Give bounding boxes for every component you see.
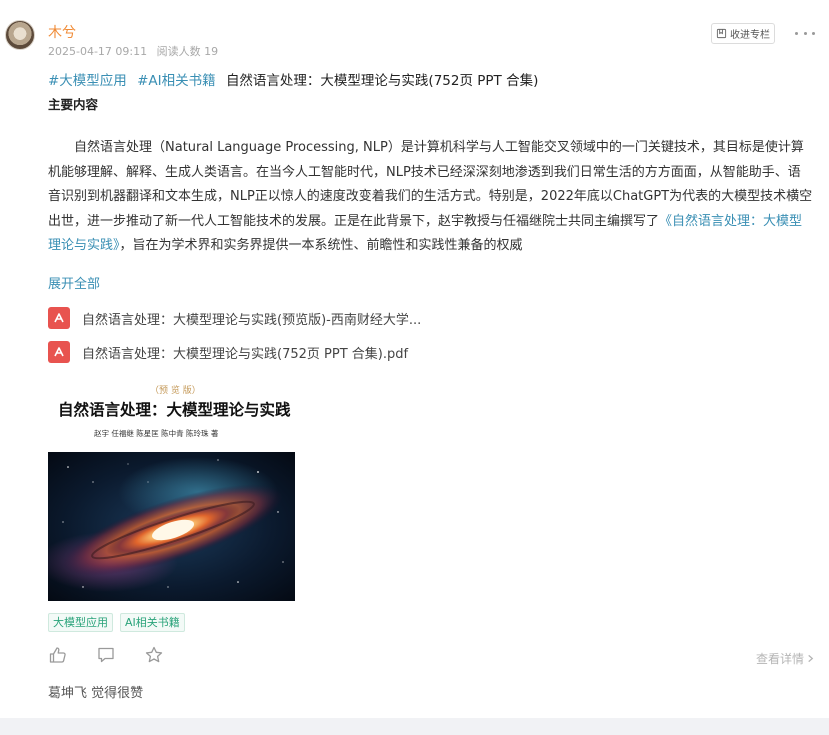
attachment-file[interactable]: 自然语言处理：大模型理论与实践(752页 PPT 合集).pdf — [48, 339, 408, 365]
attachment-file[interactable]: 自然语言处理：大模型理论与实践(预览版)-西南财经大学... — [48, 305, 421, 331]
cover-edition: （预 览 版） — [150, 386, 201, 396]
star-icon[interactable] — [144, 645, 164, 665]
bookmark-icon — [716, 28, 727, 39]
post-title-line: #大模型应用 #AI相关书籍 自然语言处理：大模型理论与实践(752页 PPT … — [48, 69, 538, 89]
section-heading: 主要内容 — [48, 97, 99, 112]
post-meta: 2025-04-17 09:11 阅读人数 19 — [48, 43, 218, 59]
pdf-file-icon — [48, 341, 70, 363]
expand-all-link[interactable]: 展开全部 — [48, 273, 100, 292]
book-cover-image[interactable]: （预 览 版） 自然语言处理：大模型理论与实践 赵宇 任福继 陈星匡 陈中青 陈… — [48, 383, 295, 601]
view-details-link[interactable]: 查看详情 — [756, 650, 815, 667]
thumbs-up-icon[interactable] — [48, 645, 68, 665]
collect-label: 收进专栏 — [730, 30, 770, 41]
post-title: 自然语言处理：大模型理论与实践(752页 PPT 合集) — [225, 73, 539, 89]
comment-icon[interactable] — [96, 645, 116, 665]
chevron-right-icon — [808, 654, 814, 663]
more-options-button[interactable] — [795, 26, 815, 40]
pdf-file-icon — [48, 307, 70, 329]
post-date: 2025-04-17 09:11 — [48, 45, 148, 58]
author-avatar[interactable] — [5, 20, 35, 50]
body-text-end: ，旨在为学术界和实务界提供一本系统性、前瞻性和实践性兼备的权威 — [119, 238, 523, 253]
liked-by-text: 葛坤飞 觉得很赞 — [48, 686, 144, 701]
more-dots-icon — [795, 31, 798, 35]
topic-chip-ai-books[interactable]: AI相关书籍 — [120, 613, 185, 632]
cover-authors: 赵宇 任福继 陈星匡 陈中青 陈玲珠 著 — [94, 429, 219, 438]
topic-chip-llm-apps[interactable]: 大模型应用 — [48, 613, 113, 632]
hashtag-ai-books[interactable]: #AI相关书籍 — [137, 73, 216, 89]
post-body: 自然语言处理（Natural Language Processing, NLP）… — [48, 136, 813, 259]
post-card: 木兮 2025-04-17 09:11 阅读人数 19 收进专栏 #大模型应用 … — [0, 0, 829, 718]
read-count: 阅读人数 19 — [156, 45, 219, 58]
page-divider — [0, 718, 829, 735]
attachment-name: 自然语言处理：大模型理论与实践(752页 PPT 合集).pdf — [82, 346, 409, 362]
attachment-name: 自然语言处理：大模型理论与实践(预览版)-西南财经大学... — [82, 312, 422, 328]
hashtag-llm-apps[interactable]: #大模型应用 — [48, 73, 127, 89]
action-bar — [48, 645, 164, 665]
details-label: 查看详情 — [756, 652, 805, 666]
collect-to-column-button[interactable]: 收进专栏 — [711, 23, 775, 44]
cover-title: 自然语言处理：大模型理论与实践 — [58, 400, 291, 419]
author-name[interactable]: 木兮 — [48, 22, 76, 42]
galaxy-illustration — [48, 452, 295, 601]
topic-chips: 大模型应用 AI相关书籍 — [48, 613, 185, 632]
